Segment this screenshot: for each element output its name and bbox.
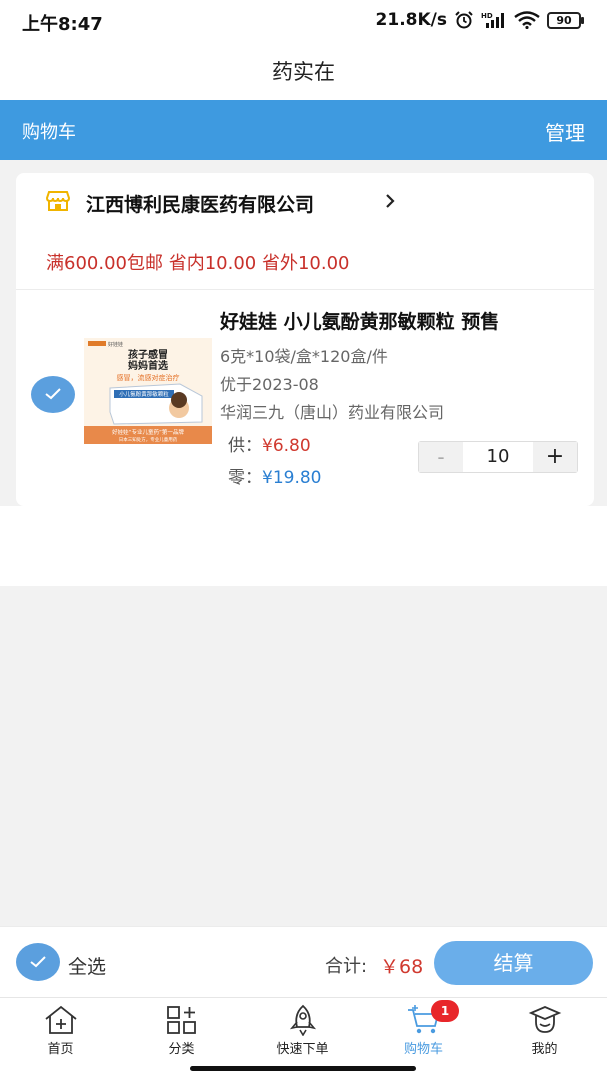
check-icon xyxy=(30,956,46,968)
quantity-field[interactable]: 10 xyxy=(463,442,533,472)
home-indicator[interactable] xyxy=(190,1066,416,1071)
content-spacer xyxy=(0,506,607,586)
product-image[interactable]: 好娃娃 孩子感冒 妈妈首选 感冒，流感对症治疗 小儿氨酚黄那敏颗粒 好娃娃“专业… xyxy=(84,338,212,444)
app-title: 药实在 xyxy=(272,60,335,84)
store-cart-card: 江西博利民康医药有限公司 满600.00包邮 省内10.00 省外10.00 好… xyxy=(16,173,594,506)
product-spec: 6克*10袋/盒*120盒/件 xyxy=(220,347,388,366)
increase-button[interactable]: + xyxy=(533,442,577,472)
category-icon xyxy=(167,1006,196,1034)
page-title: 购物车 xyxy=(22,122,76,143)
svg-text:HD: HD xyxy=(481,12,493,20)
tab-label: 分类 xyxy=(168,1042,195,1057)
store-icon xyxy=(45,190,71,216)
image-brand: 好娃娃 xyxy=(108,341,123,348)
quantity-stepper: - 10 + xyxy=(418,441,578,473)
store-header[interactable]: 江西博利民康医药有限公司 xyxy=(16,173,594,233)
checkout-button[interactable]: 结算 xyxy=(434,941,593,985)
shipping-promo: 满600.00包邮 省内10.00 省外10.00 xyxy=(46,253,350,274)
product-manufacturer: 华润三九（唐山）药业有限公司 xyxy=(220,403,445,422)
product-name[interactable]: 好娃娃 小儿氨酚黄那敏颗粒 预售 xyxy=(220,307,499,334)
hd-signal-icon: HD xyxy=(481,11,507,29)
total-amount: ￥68 xyxy=(380,956,424,978)
decrease-button[interactable]: - xyxy=(419,442,463,472)
profile-icon xyxy=(528,1006,562,1033)
battery-icon: 90 xyxy=(547,11,584,29)
store-name: 江西博利民康医药有限公司 xyxy=(86,194,315,216)
home-icon xyxy=(45,1005,77,1034)
divider xyxy=(16,289,594,290)
image-headline-1: 孩子感冒 xyxy=(128,348,168,361)
status-indicators: 21.8K/s HD 90 xyxy=(375,10,584,30)
product-expiry: 优于2023-08 xyxy=(220,375,319,394)
rocket-icon xyxy=(289,1004,317,1036)
tab-home[interactable]: 首页 xyxy=(0,998,121,1068)
alarm-icon xyxy=(454,11,474,29)
tab-label: 购物车 xyxy=(403,1042,443,1057)
wifi-icon xyxy=(514,11,540,29)
image-box-label: 小儿氨酚黄那敏颗粒 xyxy=(119,390,169,398)
image-headline-2: 妈妈首选 xyxy=(128,359,168,372)
image-subfooter: 日本三知处方，专业儿童用药 xyxy=(119,436,178,443)
tab-cart[interactable]: 购物车 xyxy=(363,998,484,1068)
chevron-right-icon xyxy=(384,193,396,213)
cart-header: 购物车 管理 xyxy=(0,100,607,160)
tab-label: 我的 xyxy=(531,1042,558,1057)
tab-category[interactable]: 分类 xyxy=(121,998,242,1068)
checkout-bar: 全选 合计: ￥68 结算 xyxy=(0,926,607,997)
image-tagline: 感冒，流感对症治疗 xyxy=(117,373,180,382)
retail-price: ¥19.80 xyxy=(262,468,322,488)
cart-badge: 1 xyxy=(431,1000,459,1022)
status-time: 上午8:47 xyxy=(22,14,103,35)
retail-price-row: 零：¥19.80 xyxy=(228,463,321,488)
select-all-checkbox[interactable] xyxy=(16,943,60,981)
app-titlebar: 药实在 xyxy=(0,44,607,100)
tab-label: 首页 xyxy=(47,1042,74,1057)
total-label: 合计: xyxy=(325,956,368,977)
supply-price-label: 供： xyxy=(228,436,262,456)
retail-price-label: 零： xyxy=(228,468,262,488)
supply-price-row: 供：¥6.80 xyxy=(228,431,311,456)
image-footer: 好娃娃“专业儿童药”第一品牌 xyxy=(112,428,184,436)
select-all-label[interactable]: 全选 xyxy=(68,952,106,979)
manage-button[interactable]: 管理 xyxy=(545,117,585,146)
item-checkbox[interactable] xyxy=(31,376,75,413)
tab-quick-order[interactable]: 快速下单 xyxy=(242,998,363,1068)
tab-profile[interactable]: 我的 xyxy=(484,998,605,1068)
tab-label: 快速下单 xyxy=(276,1042,329,1057)
status-bar: 上午8:47 21.8K/s HD 90 xyxy=(0,0,607,44)
net-speed: 21.8K/s xyxy=(375,10,447,30)
supply-price: ¥6.80 xyxy=(262,436,311,456)
check-icon xyxy=(45,388,61,400)
